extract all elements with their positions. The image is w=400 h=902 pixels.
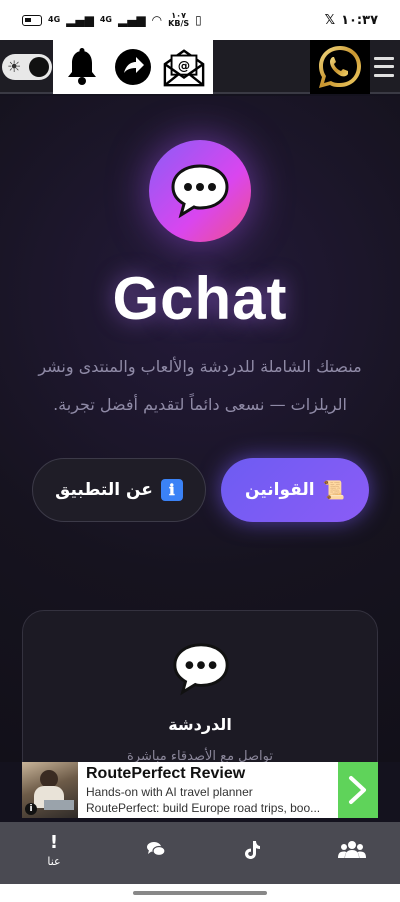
chevron-right-icon [349, 776, 366, 804]
home-indicator[interactable] [133, 891, 267, 895]
nav-chat[interactable] [126, 840, 186, 884]
hamburger-menu-icon[interactable] [374, 54, 394, 80]
group-icon [338, 841, 366, 858]
ad-banner[interactable]: i RoutePerfect Review Hands-on with AI t… [22, 762, 378, 818]
theme-toggle[interactable]: ☀ [2, 54, 52, 80]
email-icon[interactable]: @ [162, 45, 206, 89]
scroll-icon: 📜 [322, 479, 345, 501]
whatsapp-icon[interactable] [310, 40, 370, 94]
network-label-2: 4G [99, 15, 112, 24]
menu-line [374, 74, 394, 78]
system-gesture-area [0, 884, 400, 902]
tiktok-icon [245, 841, 260, 859]
info-icon: ℹ [160, 479, 183, 501]
about-icon: ! [49, 832, 59, 853]
status-bar: 4G ▂▄▆ 4G ▂▄▆ ◠ ١٠٧ KB/S ▯ 𝕏 ١٠:٣٧ [0, 0, 400, 40]
feature-card-title: الدردشة [168, 715, 232, 734]
chat-icon [147, 842, 166, 857]
status-time: ١٠:٣٧ [341, 12, 378, 28]
speed-readout: ١٠٧ KB/S [168, 12, 189, 28]
toggle-knob [29, 57, 49, 77]
menu-line [374, 65, 394, 69]
signal-icon-2: ▂▄▆ [117, 13, 146, 27]
status-right: 𝕏 ١٠:٣٧ [325, 13, 378, 28]
status-left: 4G ▂▄▆ 4G ▂▄▆ ◠ ١٠٧ KB/S ▯ [22, 12, 202, 28]
ad-subtitle: Hands-on with AI travel planner [86, 785, 253, 799]
nav-tiktok[interactable] [222, 840, 282, 884]
top-toolbar: ☀ @ [0, 40, 400, 94]
share-icon[interactable] [111, 45, 155, 89]
feature-card-description: تواصل مع الأصدقاء مباشرة [126, 749, 273, 762]
ad-description: RoutePerfect: build Europe road trips, b… [86, 801, 321, 815]
network-label: 4G [48, 15, 61, 24]
feature-card-chat[interactable]: الدردشة تواصل مع الأصدقاء مباشرة [22, 610, 378, 762]
nav-about-label: عنا [47, 855, 61, 868]
ad-thumbnail[interactable]: i [22, 762, 78, 818]
tagline: منصتك الشاملة للدردشة والألعاب والمنتدى … [38, 357, 362, 414]
brand-title: Gchat [112, 265, 288, 332]
signal-icon: ▂▄▆ [66, 13, 94, 27]
rules-button-label: القوانين [245, 480, 315, 500]
battery-icon [22, 14, 42, 26]
hero-section: Gchat منصتك الشاملة للدردشة والألعاب وال… [0, 96, 400, 762]
about-button-label: عن التطبيق [55, 480, 153, 500]
bottom-nav: ! عنا [0, 822, 400, 884]
speech-bubble-icon [173, 643, 229, 696]
nav-group[interactable] [322, 840, 382, 884]
toolbar-icon-group: @ [53, 40, 213, 94]
wifi-icon: ◠ [151, 13, 163, 27]
sun-icon: ☀ [7, 57, 22, 76]
nav-about[interactable]: ! عنا [24, 832, 84, 876]
rules-button[interactable]: 📜 القوانين [221, 458, 369, 522]
speech-bubble-icon [171, 164, 229, 219]
vibrate-icon: ▯ [195, 13, 202, 27]
menu-line [374, 56, 394, 60]
x-logo-icon: 𝕏 [324, 12, 336, 28]
bell-icon[interactable] [60, 45, 104, 89]
app-logo-badge [149, 140, 251, 242]
speed-unit: KB/S [168, 19, 190, 28]
ad-info-icon[interactable]: i [25, 803, 37, 815]
ad-laptop [44, 800, 74, 810]
ad-title[interactable]: RoutePerfect Review [86, 765, 245, 783]
ad-open-button[interactable] [338, 762, 378, 818]
about-button[interactable]: ℹ عن التطبيق [32, 458, 206, 522]
svg-text:@: @ [177, 58, 189, 73]
